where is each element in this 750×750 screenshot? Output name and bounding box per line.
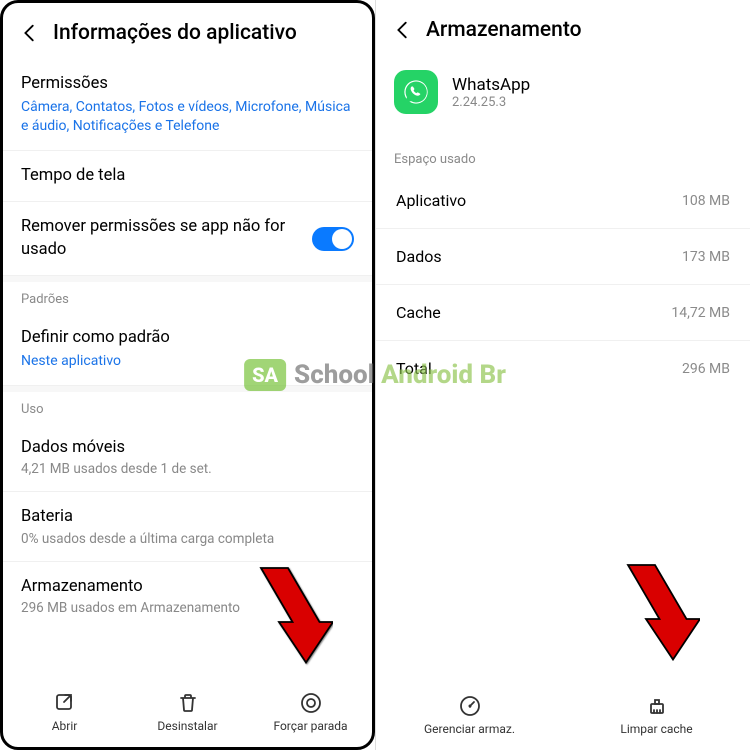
storage-row-app: Aplicativo 108 MB bbox=[376, 173, 750, 229]
remove-permissions-item[interactable]: Remover permissões se app não for usado bbox=[3, 202, 372, 276]
item-label: Permissões bbox=[21, 73, 354, 95]
row-value: 108 MB bbox=[682, 193, 730, 209]
page-title: Informações do aplicativo bbox=[53, 21, 297, 45]
permissions-item[interactable]: Permissões Câmera, Contatos, Fotos e víd… bbox=[3, 59, 372, 151]
back-button[interactable] bbox=[392, 19, 414, 41]
clear-cache-button[interactable]: Limpar cache bbox=[563, 694, 750, 736]
open-button[interactable]: Abrir bbox=[3, 691, 126, 733]
item-label: Remover permissões se app não for usado bbox=[21, 216, 312, 261]
app-name: WhatsApp bbox=[452, 75, 530, 95]
gauge-icon bbox=[458, 694, 482, 718]
open-icon bbox=[53, 691, 77, 715]
item-sub: 4,21 MB usados desde 1 de set. bbox=[21, 461, 354, 477]
bottom-label: Abrir bbox=[52, 719, 78, 733]
bottom-bar: Gerenciar armaz. Limpar cache bbox=[376, 682, 750, 750]
trash-icon bbox=[176, 691, 200, 715]
row-value: 14,72 MB bbox=[671, 305, 730, 321]
row-label: Total bbox=[396, 359, 432, 378]
force-stop-button[interactable]: Forçar parada bbox=[249, 691, 372, 733]
storage-row-total: Total 296 MB bbox=[376, 341, 750, 396]
permissions-list: Câmera, Contatos, Fotos e vídeos, Microf… bbox=[21, 98, 354, 136]
uninstall-button[interactable]: Desinstalar bbox=[126, 691, 249, 733]
screen-app-info: Informações do aplicativo Permissões Câm… bbox=[0, 0, 375, 750]
bottom-label: Gerenciar armaz. bbox=[424, 722, 515, 736]
screen-storage: Armazenamento WhatsApp 2.24.25.3 Espaço … bbox=[375, 0, 750, 750]
item-sub: 296 MB usados em Armazenamento bbox=[21, 600, 354, 616]
remove-permissions-toggle[interactable] bbox=[312, 227, 354, 251]
row-value: 173 MB bbox=[682, 249, 730, 265]
storage-row-data: Dados 173 MB bbox=[376, 229, 750, 285]
screen-time-item[interactable]: Tempo de tela bbox=[3, 151, 372, 202]
chevron-left-icon bbox=[19, 22, 41, 44]
bottom-label: Desinstalar bbox=[157, 719, 217, 733]
chevron-left-icon bbox=[392, 19, 414, 41]
broom-icon bbox=[645, 694, 669, 718]
row-label: Dados bbox=[396, 247, 442, 266]
mobile-data-item[interactable]: Dados móveis 4,21 MB usados desde 1 de s… bbox=[3, 423, 372, 492]
header: Armazenamento bbox=[376, 0, 750, 56]
item-label: Dados móveis bbox=[21, 437, 354, 459]
item-sub: 0% usados desde a última carga completa bbox=[21, 531, 354, 547]
usage-label: Uso bbox=[3, 392, 372, 423]
storage-row-cache: Cache 14,72 MB bbox=[376, 285, 750, 341]
item-label: Armazenamento bbox=[21, 576, 354, 598]
item-sub: Neste aplicativo bbox=[21, 352, 354, 371]
force-stop-icon bbox=[299, 691, 323, 715]
bottom-label: Limpar cache bbox=[620, 722, 692, 736]
battery-item[interactable]: Bateria 0% usados desde a última carga c… bbox=[3, 492, 372, 561]
space-used-label: Espaço usado bbox=[376, 124, 750, 173]
header: Informações do aplicativo bbox=[3, 3, 372, 59]
defaults-label: Padrões bbox=[3, 282, 372, 313]
whatsapp-icon bbox=[394, 70, 438, 114]
content: Permissões Câmera, Contatos, Fotos e víd… bbox=[3, 59, 372, 679]
row-label: Cache bbox=[396, 303, 441, 322]
item-label: Tempo de tela bbox=[21, 165, 354, 187]
app-row: WhatsApp 2.24.25.3 bbox=[376, 56, 750, 124]
storage-item[interactable]: Armazenamento 296 MB usados em Armazenam… bbox=[3, 562, 372, 630]
row-label: Aplicativo bbox=[396, 191, 466, 210]
manage-storage-button[interactable]: Gerenciar armaz. bbox=[376, 694, 563, 736]
item-label: Definir como padrão bbox=[21, 327, 354, 349]
back-button[interactable] bbox=[19, 22, 41, 44]
row-value: 296 MB bbox=[682, 361, 730, 377]
app-version: 2.24.25.3 bbox=[452, 95, 530, 110]
set-default-item[interactable]: Definir como padrão Neste aplicativo bbox=[3, 313, 372, 386]
item-label: Bateria bbox=[21, 506, 354, 528]
bottom-bar: Abrir Desinstalar Forçar parada bbox=[3, 679, 372, 747]
bottom-label: Forçar parada bbox=[273, 719, 347, 733]
page-title: Armazenamento bbox=[426, 18, 582, 42]
